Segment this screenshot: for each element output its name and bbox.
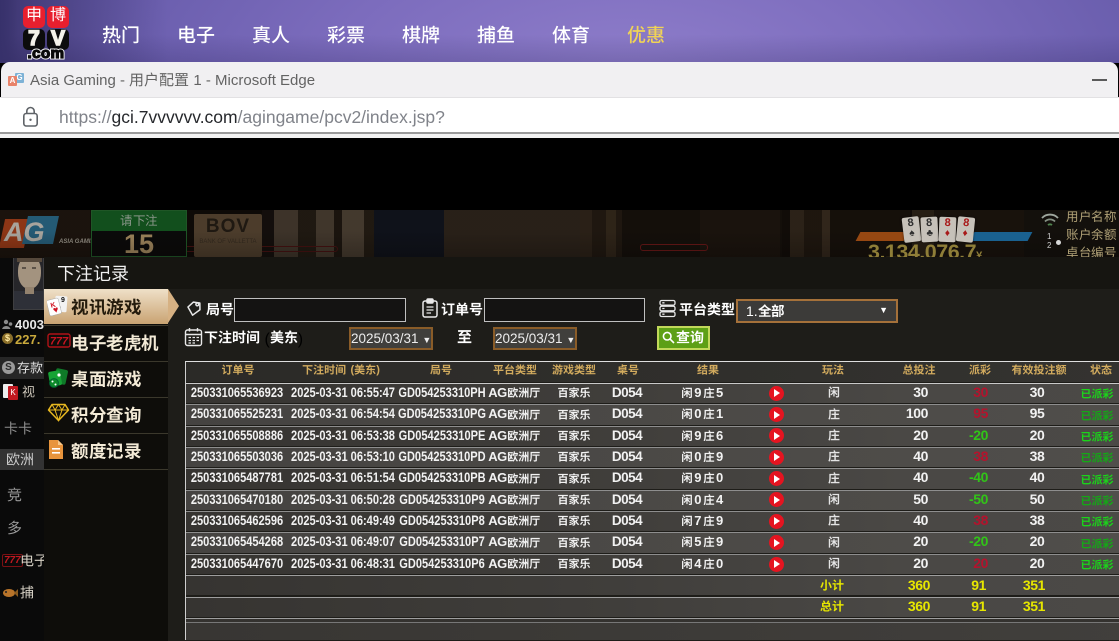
svg-text:777: 777: [50, 336, 69, 348]
svg-text:9: 9: [61, 297, 65, 304]
